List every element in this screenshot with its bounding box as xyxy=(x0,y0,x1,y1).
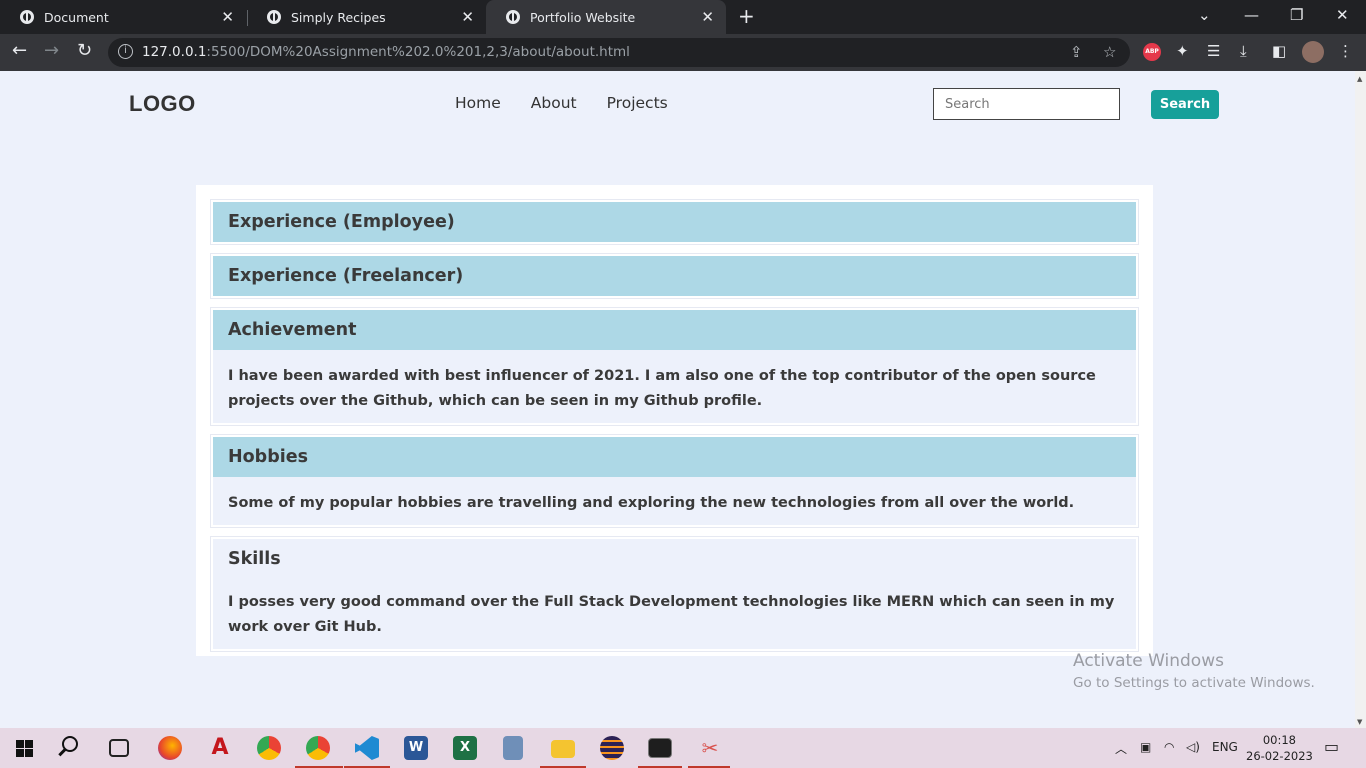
accordion-header[interactable]: Experience (Employee) xyxy=(213,202,1136,242)
accordion-item-skills[interactable]: Skills I posses very good command over t… xyxy=(210,536,1139,652)
snipping-tool-icon[interactable]: ✂ xyxy=(698,736,722,760)
close-icon[interactable]: ✕ xyxy=(701,8,714,26)
chrome-profile-icon[interactable] xyxy=(306,736,330,760)
download-icon[interactable]: ⤓ xyxy=(1240,42,1247,60)
extensions-puzzle-icon[interactable]: ✦ xyxy=(1176,42,1189,60)
browser-tab-bar: Document ✕ Simply Recipes ✕ Portfolio We… xyxy=(0,0,1366,34)
restore-icon[interactable]: ❐ xyxy=(1290,6,1303,24)
close-icon[interactable]: ✕ xyxy=(461,8,474,26)
site-info-icon[interactable]: i xyxy=(118,44,133,59)
accordion-body: I posses very good command over the Full… xyxy=(228,594,1115,635)
about-accordion: Experience (Employee) Experience (Freela… xyxy=(196,185,1153,656)
tab-simply-recipes[interactable]: Simply Recipes ✕ xyxy=(247,0,486,34)
watermark-title: Activate Windows xyxy=(1073,651,1224,671)
address-bar[interactable]: i 127.0.0.1:5500/DOM%20Assignment%202.0%… xyxy=(108,38,1130,67)
search-button[interactable]: Search xyxy=(1151,90,1219,119)
minimize-icon[interactable]: — xyxy=(1244,6,1259,24)
side-panel-icon[interactable]: ◧ xyxy=(1272,42,1286,60)
page-content: LOGO Home About Projects Search Experien… xyxy=(0,71,1355,728)
site-logo[interactable]: LOGO xyxy=(129,91,196,117)
wifi-icon[interactable]: ◠ xyxy=(1164,740,1174,754)
tab-search-chevron-icon[interactable]: ⌄ xyxy=(1198,6,1211,24)
accordion-header[interactable]: Hobbies xyxy=(213,437,1136,477)
windows-taskbar: A W X ✂ ︿ ▣ ◠ ◁) ENG 00:18 26-02-2023 ▭ xyxy=(0,728,1366,768)
adblock-plus-icon[interactable]: ABP xyxy=(1143,43,1161,61)
reload-icon[interactable]: ↻ xyxy=(77,40,92,61)
browser-toolbar: ← → ↻ i 127.0.0.1:5500/DOM%20Assignment%… xyxy=(0,34,1366,71)
accordion-item-experience-employee[interactable]: Experience (Employee) xyxy=(210,199,1139,245)
tab-title: Portfolio Website xyxy=(530,9,636,25)
tab-title: Document xyxy=(44,9,109,25)
excel-icon[interactable]: X xyxy=(453,736,477,760)
page-scrollbar[interactable]: ▲ ▼ xyxy=(1355,71,1366,728)
nav-link-projects[interactable]: Projects xyxy=(607,94,668,112)
language-indicator[interactable]: ENG xyxy=(1212,740,1238,754)
file-explorer-icon[interactable] xyxy=(551,740,575,758)
share-icon[interactable]: ⇪ xyxy=(1070,43,1083,61)
calculator-icon[interactable] xyxy=(503,736,523,760)
nav-link-home[interactable]: Home xyxy=(455,94,501,112)
tray-overflow-chevron-icon[interactable]: ︿ xyxy=(1115,740,1127,757)
acrobat-icon[interactable]: A xyxy=(208,736,232,760)
accordion-item-experience-freelancer[interactable]: Experience (Freelancer) xyxy=(210,253,1139,299)
accordion-header[interactable]: Experience (Freelancer) xyxy=(213,256,1136,296)
chrome-icon[interactable] xyxy=(257,736,281,760)
profile-avatar[interactable] xyxy=(1302,41,1324,63)
accordion-body: I have been awarded with best influencer… xyxy=(228,368,1096,409)
watermark-subtitle: Go to Settings to activate Windows. xyxy=(1073,675,1315,691)
eclipse-icon[interactable] xyxy=(600,736,624,760)
accordion-header[interactable]: Achievement xyxy=(213,310,1136,350)
bookmark-star-icon[interactable]: ☆ xyxy=(1103,43,1116,61)
back-arrow-icon[interactable]: ← xyxy=(12,40,27,61)
tab-document[interactable]: Document ✕ xyxy=(0,0,246,34)
scroll-down-icon[interactable]: ▼ xyxy=(1357,718,1362,726)
close-icon[interactable]: ✕ xyxy=(221,8,234,26)
globe-icon xyxy=(506,10,520,24)
accordion-header[interactable]: Skills xyxy=(213,539,1136,579)
tab-title: Simply Recipes xyxy=(291,9,386,25)
new-tab-icon[interactable]: + xyxy=(738,4,755,28)
address-url[interactable]: 127.0.0.1:5500/DOM%20Assignment%202.0%20… xyxy=(142,44,630,60)
clock-time: 00:18 xyxy=(1262,733,1296,747)
word-icon[interactable]: W xyxy=(404,736,428,760)
taskbar-clock[interactable]: 00:18 26-02-2023 xyxy=(1246,732,1313,764)
clock-date: 26-02-2023 xyxy=(1246,749,1313,763)
meet-now-icon[interactable]: ▣ xyxy=(1140,740,1151,754)
firefox-icon[interactable] xyxy=(158,736,182,760)
globe-icon xyxy=(267,10,281,24)
main-nav: Home About Projects xyxy=(455,94,668,112)
accordion-body: Some of my popular hobbies are travellin… xyxy=(228,495,1075,511)
vscode-icon[interactable] xyxy=(355,736,379,760)
accordion-item-hobbies[interactable]: Hobbies Some of my popular hobbies are t… xyxy=(210,434,1139,528)
task-view-icon[interactable] xyxy=(109,739,129,757)
window-close-icon[interactable]: ✕ xyxy=(1336,6,1349,24)
scroll-up-icon[interactable]: ▲ xyxy=(1357,75,1362,83)
search-input[interactable] xyxy=(933,88,1120,120)
forward-arrow-icon[interactable]: → xyxy=(44,40,59,61)
notifications-icon[interactable]: ▭ xyxy=(1324,737,1339,756)
activate-windows-watermark: Activate Windows Go to Settings to activ… xyxy=(1073,651,1315,691)
menu-kebab-icon[interactable]: ⋮ xyxy=(1338,42,1353,60)
start-icon[interactable] xyxy=(16,740,33,757)
terminal-icon[interactable] xyxy=(648,738,672,758)
globe-icon xyxy=(20,10,34,24)
nav-link-about[interactable]: About xyxy=(531,94,577,112)
search-icon[interactable] xyxy=(62,736,78,752)
reading-list-icon[interactable]: ☰ xyxy=(1207,42,1220,60)
volume-icon[interactable]: ◁) xyxy=(1186,740,1200,754)
tab-portfolio-website[interactable]: Portfolio Website ✕ xyxy=(486,0,726,34)
accordion-item-achievement[interactable]: Achievement I have been awarded with bes… xyxy=(210,307,1139,426)
